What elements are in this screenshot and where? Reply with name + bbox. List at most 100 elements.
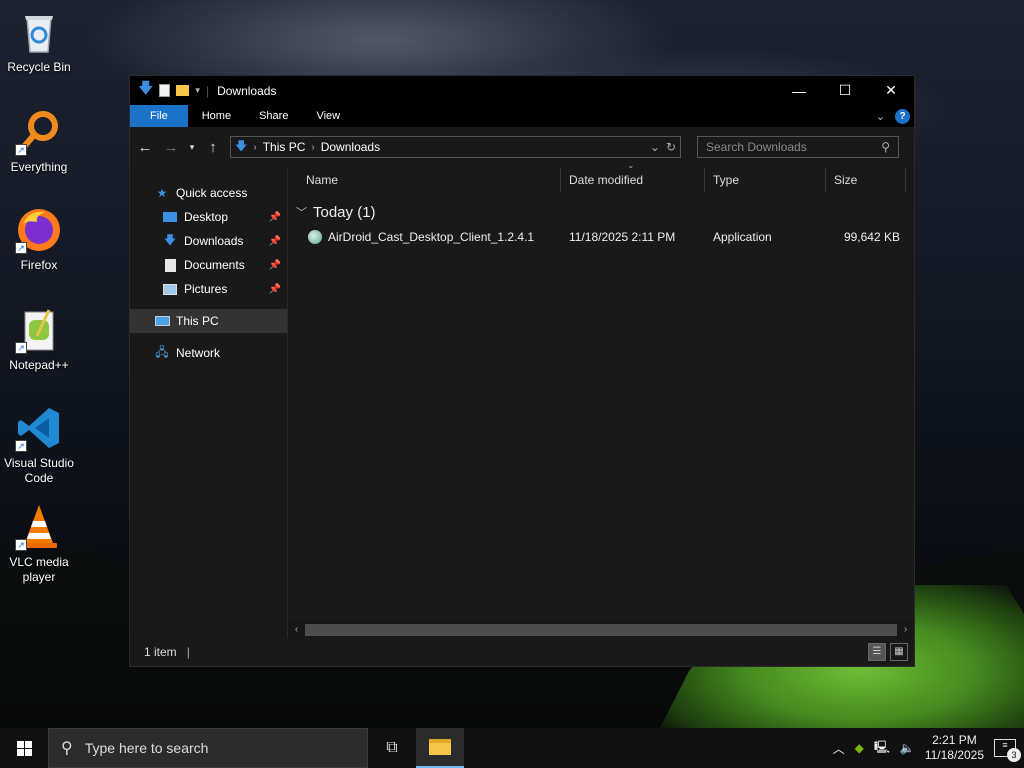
task-view-button[interactable]: ⧉ <box>368 728 416 768</box>
downloads-folder-icon: 🡇 <box>163 232 177 247</box>
shortcut-arrow-icon: ↗ <box>15 144 27 156</box>
clock[interactable]: 2:21 PM 11/18/2025 <box>925 733 984 763</box>
notification-center-button[interactable]: ≡ 3 <box>994 739 1021 762</box>
documents-folder-icon <box>162 257 178 273</box>
column-header-label: Date modified <box>569 173 644 187</box>
file-row[interactable]: AirDroid_Cast_Desktop_Client_1.2.4.1 11/… <box>288 226 914 248</box>
desktop-icon-vlc[interactable]: ↗ VLC media player <box>0 503 78 585</box>
nav-this-pc[interactable]: This PC <box>130 309 287 333</box>
horizontal-scrollbar[interactable]: ‹ › <box>288 621 914 638</box>
column-headers: Name ⌄ Date modified Type Size <box>288 160 914 194</box>
tab-share[interactable]: Share <box>245 105 302 127</box>
address-history-dropdown-icon[interactable]: ⌄ <box>650 140 660 154</box>
search-icon: ⚲ <box>881 140 890 154</box>
shortcut-arrow-icon: ↗ <box>15 342 27 354</box>
forward-button[interactable]: → <box>162 139 180 156</box>
nav-network[interactable]: 🖧 Network <box>130 341 287 365</box>
desktop-icon-label: Firefox <box>20 258 58 272</box>
desktop-icon-notepad-plus-plus[interactable]: ↗ Notepad++ <box>0 306 78 373</box>
scrollbar-thumb[interactable] <box>305 623 897 636</box>
shortcut-arrow-icon: ↗ <box>15 242 27 254</box>
desktop-icon-label: Everything <box>10 160 68 174</box>
task-view-icon: ⧉ <box>386 739 398 756</box>
show-hidden-icons-button[interactable]: ︿ <box>833 740 845 757</box>
nav-desktop[interactable]: Desktop 📌 <box>130 205 287 229</box>
tab-file[interactable]: File <box>130 105 188 127</box>
star-icon: ★ <box>156 186 168 200</box>
address-bar[interactable]: 🡇 › This PC › Downloads ⌄ ↻ <box>230 136 681 158</box>
status-bar: 1 item | ☰ ▦ <box>130 638 914 666</box>
tab-view[interactable]: View <box>302 105 354 127</box>
nav-quick-access[interactable]: ★ Quick access <box>130 181 287 205</box>
properties-icon[interactable] <box>159 84 171 97</box>
column-header-size[interactable]: Size <box>826 168 906 192</box>
column-header-date-modified[interactable]: ⌄ Date modified <box>561 160 705 192</box>
desktop-icon-label: VLC media player <box>9 555 69 584</box>
breadcrumb-separator: › <box>311 141 315 153</box>
minimize-button[interactable]: — <box>776 76 822 105</box>
file-size: 99,642 KB <box>843 230 900 244</box>
volume-muted-icon[interactable]: 🔈 <box>900 741 915 755</box>
nav-label: Quick access <box>176 186 248 200</box>
computer-icon <box>154 313 170 329</box>
up-button[interactable]: ↑ <box>204 139 222 156</box>
help-icon[interactable]: ? <box>895 108 910 124</box>
search-input[interactable]: Search Downloads ⚲ <box>697 136 899 158</box>
title-separator: | <box>205 83 210 98</box>
details-view-button[interactable]: ☰ <box>868 643 886 661</box>
desktop-icon-label: Visual Studio Code <box>4 456 74 485</box>
taskbar-search-placeholder: Type here to search <box>84 740 209 756</box>
start-button[interactable] <box>0 728 48 768</box>
item-count: 1 item <box>144 645 177 659</box>
quick-access-dropdown-icon[interactable]: ▾ <box>195 85 200 96</box>
taskbar-search-box[interactable]: ⚲ Type here to search <box>48 728 368 768</box>
nav-label: Documents <box>184 258 245 272</box>
file-date: 11/18/2025 2:11 PM <box>569 230 676 244</box>
sort-indicator-icon: ⌄ <box>627 160 635 170</box>
title-bar: 🡇 ▾ | Downloads — ☐ ✕ <box>130 76 914 105</box>
pin-icon[interactable]: 📌 <box>269 236 281 247</box>
new-folder-icon[interactable] <box>176 85 190 96</box>
nav-documents[interactable]: Documents 📌 <box>130 253 287 277</box>
file-list-pane: Name ⌄ Date modified Type Size ﹀ Today (… <box>288 160 914 638</box>
nav-downloads[interactable]: 🡇 Downloads 📌 <box>130 229 287 253</box>
pin-icon[interactable]: 📌 <box>269 260 281 271</box>
scroll-right-icon[interactable]: › <box>897 624 914 635</box>
file-name: AirDroid_Cast_Desktop_Client_1.2.4.1 <box>328 230 535 244</box>
refresh-icon[interactable]: ↻ <box>666 140 676 154</box>
column-header-type[interactable]: Type <box>705 168 826 192</box>
firefox-icon: ↗ <box>15 206 63 254</box>
column-header-name[interactable]: Name <box>288 168 561 192</box>
expand-ribbon-icon[interactable]: ⌄ <box>876 110 885 123</box>
recent-locations-icon[interactable]: ▾ <box>188 142 196 153</box>
search-icon: ⚲ <box>61 740 73 757</box>
pin-icon[interactable]: 📌 <box>269 212 281 223</box>
maximize-button[interactable]: ☐ <box>822 76 868 105</box>
desktop-folder-icon <box>162 209 178 225</box>
group-header-today[interactable]: ﹀ Today (1) <box>288 198 914 226</box>
large-icons-view-button[interactable]: ▦ <box>890 643 908 661</box>
breadcrumb-separator: › <box>253 141 257 153</box>
network-status-icon[interactable]: 🖳 <box>874 738 890 759</box>
desktop-icon-everything[interactable]: ↗ Everything <box>0 108 78 175</box>
breadcrumb-downloads[interactable]: Downloads <box>321 140 380 154</box>
desktop-icon-vscode[interactable]: ↗ Visual Studio Code <box>0 404 78 486</box>
nav-label: Network <box>176 346 221 360</box>
status-separator: | <box>186 645 190 659</box>
desktop-icon-firefox[interactable]: ↗ Firefox <box>0 206 78 273</box>
nav-label: This PC <box>176 314 219 328</box>
back-button[interactable]: ← <box>136 139 154 156</box>
taskbar-file-explorer[interactable] <box>416 728 464 768</box>
scroll-left-icon[interactable]: ‹ <box>288 624 305 635</box>
tab-home[interactable]: Home <box>188 105 245 127</box>
nvidia-icon[interactable]: ◆ <box>855 741 864 755</box>
nav-pictures[interactable]: Pictures 📌 <box>130 277 287 301</box>
vlc-icon: ↗ <box>15 503 63 551</box>
navigation-row: ← → ▾ ↑ 🡇 › This PC › Downloads ⌄ ↻ Sear… <box>130 127 914 167</box>
everything-search-icon: ↗ <box>15 108 63 156</box>
desktop-icon-recycle-bin[interactable]: Recycle Bin <box>0 8 78 75</box>
close-button[interactable]: ✕ <box>868 76 914 105</box>
collapse-chevron-icon[interactable]: ﹀ <box>296 204 307 220</box>
breadcrumb-this-pc[interactable]: This PC <box>263 140 306 154</box>
pin-icon[interactable]: 📌 <box>269 284 281 295</box>
